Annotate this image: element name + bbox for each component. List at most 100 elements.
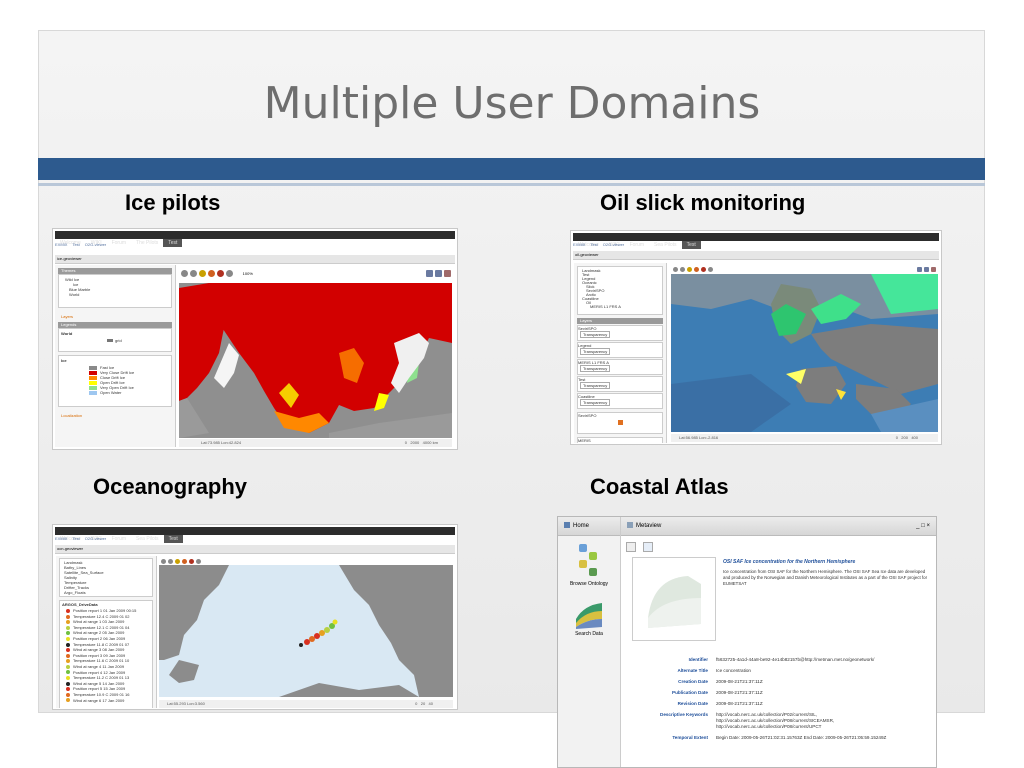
zoom-out-icon[interactable] [680, 266, 685, 272]
globe-icon[interactable] [182, 558, 187, 564]
home-tab[interactable]: Home [558, 517, 620, 536]
metadata-key: Descriptive Keywords [660, 712, 708, 717]
list-item-label: Wind at range 2 05 Jan 2009 [73, 630, 125, 636]
refresh-icon[interactable] [196, 558, 201, 564]
ocn-map[interactable] [159, 565, 453, 697]
legend-label: Open Water [100, 390, 122, 395]
globe-icon[interactable] [694, 266, 699, 272]
print-icon[interactable] [426, 269, 433, 277]
ice-map-svg [179, 283, 452, 438]
layers-icon[interactable] [701, 266, 706, 272]
add-icon[interactable] [643, 542, 654, 552]
legend-swatch [89, 390, 97, 395]
ice-nav-bar: Welcome WIKI Forum The Pilots Test [55, 231, 455, 247]
breadcrumb-link[interactable]: EXMIX [573, 242, 585, 247]
export-icon[interactable] [931, 266, 936, 272]
list-item-label: Temperature 12.1 C 2009 01 04 [73, 624, 130, 630]
title-band-rule [38, 183, 985, 186]
transparency-control[interactable]: Transparency [580, 399, 611, 406]
zoom-in-icon[interactable] [181, 269, 188, 277]
breadcrumb-link[interactable]: O2G-viewer [85, 536, 106, 541]
print-icon[interactable] [917, 266, 922, 272]
metadata-key: Revision Date [677, 701, 708, 706]
transparency-control[interactable]: Transparency [580, 365, 611, 372]
close-button[interactable]: × [926, 523, 930, 529]
breadcrumb-link[interactable]: Test [72, 242, 79, 247]
metadata-fields: Identifier f5632725-4a1d-44a8-be92-4e14b8… [628, 657, 928, 746]
localization-toggle[interactable]: Localization [61, 413, 175, 418]
list-item[interactable]: Wind at range 6 17 Jan 2009 [60, 698, 152, 704]
breadcrumb-link[interactable]: Test [590, 242, 597, 247]
ice-map[interactable] [179, 283, 452, 438]
tree-item[interactable]: MERIS L1 FRS A [582, 305, 662, 309]
refresh-icon[interactable] [708, 266, 713, 272]
zoom-in-icon[interactable] [673, 266, 678, 272]
legend-item: Open Water [89, 390, 171, 395]
export-icon[interactable] [444, 269, 451, 277]
list-item-label: Wind at range 4 11 Jan 2009 [73, 663, 125, 669]
list-item-label: Position report 1 01 Jan 2009 00:15 [73, 608, 137, 613]
ice-map-toolbar: 100% [181, 269, 453, 279]
world-label: World [61, 331, 73, 336]
search-data-icon[interactable] [574, 599, 604, 629]
breadcrumb-link[interactable]: EXMIX [55, 536, 67, 541]
list-item-label: Temperature 11.8 C 2009 01 07 [73, 641, 130, 647]
zoom-out-icon[interactable] [168, 558, 173, 564]
ocn-viewer-header: ocn-geoviewer [55, 545, 455, 554]
metadata-key: Publication Date [672, 690, 708, 695]
layers-icon[interactable] [217, 269, 224, 277]
search-data-label[interactable]: Search Data [558, 631, 620, 637]
ontology-icon[interactable] [577, 544, 601, 578]
metaview-icon [627, 522, 633, 529]
breadcrumb-link[interactable]: O2G-viewer [85, 242, 106, 247]
globe-icon[interactable] [208, 269, 215, 277]
pan-icon[interactable] [687, 266, 692, 272]
transparency-control[interactable]: Transparency [580, 348, 611, 355]
pan-icon[interactable] [199, 269, 206, 277]
ice-sidebar: Themes Wild Ice Ice Blue Marble World La… [55, 265, 176, 447]
ocn-status-bar: Lat:55.293 Lon:3.560 0 20 40 [159, 700, 453, 708]
ice-label: Ice [61, 358, 67, 363]
oil-map[interactable] [671, 274, 938, 432]
tree-item[interactable]: World [65, 292, 171, 297]
zoom-out-icon[interactable] [190, 269, 197, 277]
layer-control: Coastline Transparency [577, 393, 663, 409]
oil-status-bar: Lat:56.985 Lon:-2.816 0 200 400 [671, 434, 938, 442]
metadata-row: Temporal Extent Begin Date: 2009-05-26T21… [628, 735, 928, 741]
minimize-button[interactable]: _ [916, 523, 919, 529]
transparency-control[interactable]: Transparency [580, 382, 611, 389]
list-item-label: Temperature 12.4 C 2009 01 02 [73, 613, 130, 619]
list-item-label: Position report 3 09 Jan 2009 [73, 652, 126, 658]
breadcrumb-link[interactable]: Test [72, 536, 79, 541]
list-view-icon[interactable] [626, 542, 636, 552]
metadata-value: f5632725-4a1d-44a8-be92-4e14b82157b@http… [716, 657, 875, 662]
metaview-titlebar: Metaview _ □ × [621, 517, 936, 536]
zoom-in-icon[interactable] [161, 558, 166, 564]
transparency-control[interactable]: Transparency [580, 331, 611, 338]
legend-meris: MERIS [577, 437, 663, 443]
maximize-button[interactable]: □ [921, 523, 925, 529]
layers-toggle[interactable]: Layers [61, 314, 175, 319]
label-oil-slick: Oil slick monitoring [600, 190, 806, 215]
pan-icon[interactable] [175, 558, 180, 564]
layers-icon[interactable] [189, 558, 194, 564]
oil-nav-bar: Welcome WIKI Forum Sea Pilots Test [573, 233, 939, 249]
breadcrumb-link[interactable]: EXMIX [55, 242, 67, 247]
refresh-icon[interactable] [226, 269, 233, 277]
tree-item[interactable]: Argo_Floats [64, 590, 152, 595]
ice-geoviewer-screenshot: Welcome WIKI Forum The Pilots Test EXMIX Test… [52, 228, 458, 450]
marker-icon [66, 692, 70, 697]
save-icon[interactable] [924, 266, 929, 272]
metadata-row: Descriptive Keywords http://vocab.nerc.ac… [628, 712, 928, 730]
ocn-layer-tree: Landmask Bathy_Lines Satellite_Sea_Surfa… [59, 558, 153, 597]
ice-legend-list: Fast Ice Very Close Drift Ice Close Drift … [59, 365, 171, 395]
metadata-value: Begin Date: 2009-05-26T21:02:31.15763Z E… [716, 735, 887, 740]
marker-icon [66, 636, 70, 641]
legend-name: SeviriSPO [578, 413, 597, 418]
legend-name: MERIS [578, 438, 591, 443]
metadata-key: Creation Date [678, 679, 708, 684]
save-icon[interactable] [435, 269, 442, 277]
browse-ontology-label[interactable]: Browse Ontology [558, 581, 620, 587]
breadcrumb-link[interactable]: O2G-viewer [603, 242, 624, 247]
oil-geoviewer-screenshot: Welcome WIKI Forum Sea Pilots Test EXMIX Test… [570, 230, 942, 445]
